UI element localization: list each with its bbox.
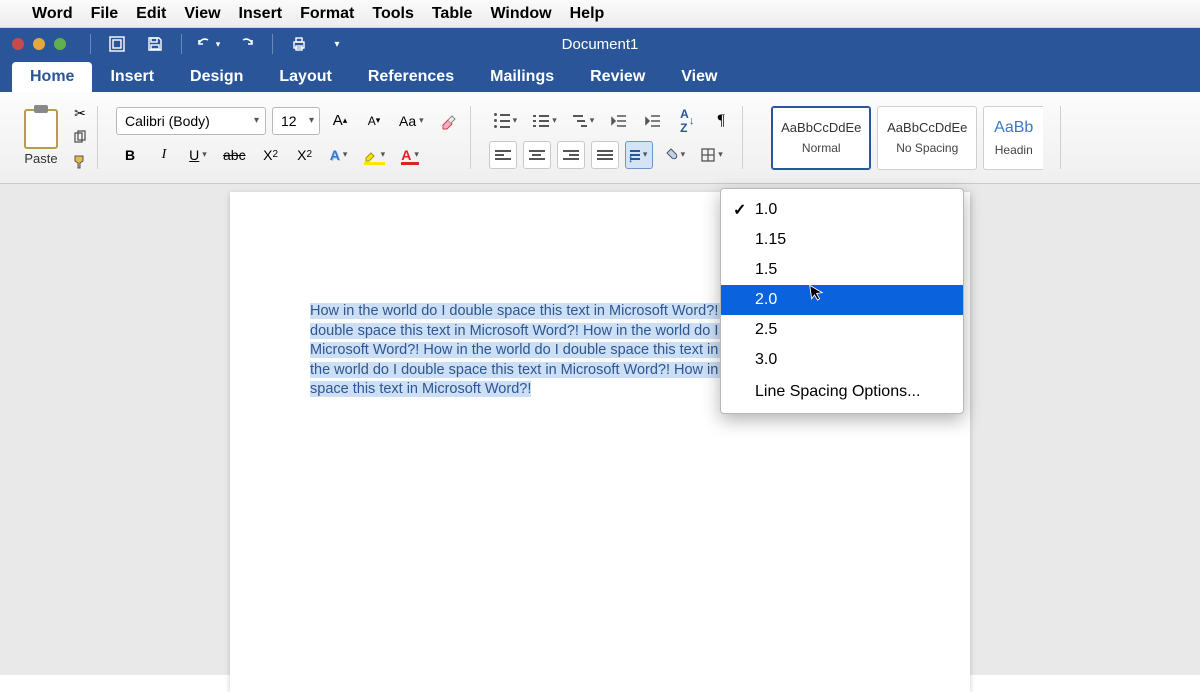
style-name: No Spacing: [896, 141, 958, 155]
align-right-button[interactable]: [557, 141, 585, 169]
menu-help[interactable]: Help: [570, 5, 605, 23]
superscript-button[interactable]: X2: [291, 141, 319, 169]
qat-customize-icon[interactable]: ▾: [323, 32, 351, 56]
tab-design[interactable]: Design: [172, 62, 261, 92]
align-left-button[interactable]: [489, 141, 517, 169]
menu-format[interactable]: Format: [300, 5, 354, 23]
strikethrough-button[interactable]: abc: [218, 141, 251, 169]
style-sample: AaBbCcDdEe: [781, 120, 861, 135]
subscript-button[interactable]: X2: [257, 141, 285, 169]
print-icon[interactable]: [285, 32, 313, 56]
save-icon[interactable]: [141, 32, 169, 56]
sort-button[interactable]: AZ↓: [673, 107, 701, 135]
underline-button[interactable]: U▾: [184, 141, 212, 169]
spacing-option-3-0[interactable]: 3.0: [721, 345, 963, 375]
menu-view[interactable]: View: [184, 5, 220, 23]
shading-button[interactable]: ▾: [659, 141, 691, 169]
menu-edit[interactable]: Edit: [136, 5, 166, 23]
style-normal[interactable]: AaBbCcDdEe Normal: [771, 106, 871, 170]
tab-review[interactable]: Review: [572, 62, 663, 92]
font-size-combo[interactable]: 12: [272, 107, 320, 135]
spacing-option-1-0[interactable]: 1.0: [721, 195, 963, 225]
clipboard-icon: [24, 109, 58, 149]
group-font: Calibri (Body) 12 A▴ A▾ Aa▾ B I U▾ abc X…: [108, 98, 471, 177]
spacing-option-1-15[interactable]: 1.15: [721, 225, 963, 255]
redo-icon[interactable]: [232, 32, 260, 56]
tab-references[interactable]: References: [350, 62, 472, 92]
group-styles: AaBbCcDdEe Normal AaBbCcDdEe No Spacing …: [753, 98, 1061, 177]
window-controls: [0, 38, 66, 50]
minimize-window-button[interactable]: [33, 38, 45, 50]
style-name: Normal: [802, 141, 841, 155]
line-spacing-button[interactable]: ▾: [625, 141, 653, 169]
show-marks-button[interactable]: ¶: [707, 107, 735, 135]
italic-button[interactable]: I: [150, 141, 178, 169]
title-bar: ▾ ▾ Document1: [0, 28, 1200, 60]
style-sample: AaBbCcDdEe: [887, 120, 967, 135]
tab-home[interactable]: Home: [12, 62, 92, 92]
numbered-list-button[interactable]: ▾: [528, 107, 562, 135]
font-name-combo[interactable]: Calibri (Body): [116, 107, 266, 135]
close-window-button[interactable]: [12, 38, 24, 50]
menu-window[interactable]: Window: [490, 5, 551, 23]
spacing-option-2-0[interactable]: 2.0: [721, 285, 963, 315]
style-sample: AaBb: [994, 119, 1033, 137]
borders-button[interactable]: ▾: [696, 141, 728, 169]
spacing-option-1-5[interactable]: 1.5: [721, 255, 963, 285]
paste-button[interactable]: Paste: [18, 109, 64, 166]
tab-view[interactable]: View: [663, 62, 735, 92]
app-name[interactable]: Word: [32, 5, 73, 23]
ribbon-tabs: Home Insert Design Layout References Mai…: [0, 60, 1200, 92]
document-area: How in the world do I double space this …: [0, 184, 1200, 675]
menu-tools[interactable]: Tools: [372, 5, 413, 23]
mouse-cursor-icon: [808, 282, 829, 307]
line-spacing-dropdown: 1.0 1.15 1.5 2.0 2.5 3.0 Line Spacing Op…: [720, 188, 964, 414]
menu-file[interactable]: File: [91, 5, 119, 23]
bold-button[interactable]: B: [116, 141, 144, 169]
mac-menubar: Word File Edit View Insert Format Tools …: [0, 0, 1200, 28]
font-color-button[interactable]: A▾: [396, 141, 424, 169]
ribbon: Paste ✂ Calibri (Body) 12 A▴ A▾ Aa▾ B I …: [0, 92, 1200, 184]
style-heading[interactable]: AaBb Headin: [983, 106, 1043, 170]
text-effects-button[interactable]: A▾: [325, 141, 353, 169]
align-center-button[interactable]: [523, 141, 551, 169]
change-case-button[interactable]: Aa▾: [394, 107, 429, 135]
format-painter-icon[interactable]: [70, 152, 90, 172]
grow-font-button[interactable]: A▴: [326, 107, 354, 135]
spacing-option-2-5[interactable]: 2.5: [721, 315, 963, 345]
multilevel-list-button[interactable]: ▾: [568, 107, 600, 135]
style-name: Headin: [995, 143, 1033, 157]
highlight-color-button[interactable]: ▾: [359, 141, 391, 169]
undo-icon[interactable]: ▾: [194, 32, 222, 56]
group-clipboard: Paste ✂: [10, 98, 98, 177]
style-nospacing[interactable]: AaBbCcDdEe No Spacing: [877, 106, 977, 170]
tab-insert[interactable]: Insert: [92, 62, 172, 92]
clear-formatting-button[interactable]: [435, 107, 463, 135]
shrink-font-button[interactable]: A▾: [360, 107, 388, 135]
menu-table[interactable]: Table: [432, 5, 473, 23]
spacing-options-more[interactable]: Line Spacing Options...: [721, 377, 963, 407]
increase-indent-button[interactable]: [639, 107, 667, 135]
zoom-window-button[interactable]: [54, 38, 66, 50]
tab-mailings[interactable]: Mailings: [472, 62, 572, 92]
align-justify-button[interactable]: [591, 141, 619, 169]
tab-layout[interactable]: Layout: [261, 62, 349, 92]
cut-icon[interactable]: ✂: [70, 104, 90, 124]
bullet-list-button[interactable]: ▾: [489, 107, 523, 135]
template-icon[interactable]: [103, 32, 131, 56]
decrease-indent-button[interactable]: [605, 107, 633, 135]
copy-icon[interactable]: [70, 128, 90, 148]
paste-label: Paste: [24, 151, 57, 166]
group-paragraph: ▾ ▾ ▾ AZ↓ ¶ ▾ ▾ ▾: [481, 98, 744, 177]
quick-access-toolbar: ▾ ▾: [88, 32, 351, 56]
menu-insert[interactable]: Insert: [239, 5, 283, 23]
